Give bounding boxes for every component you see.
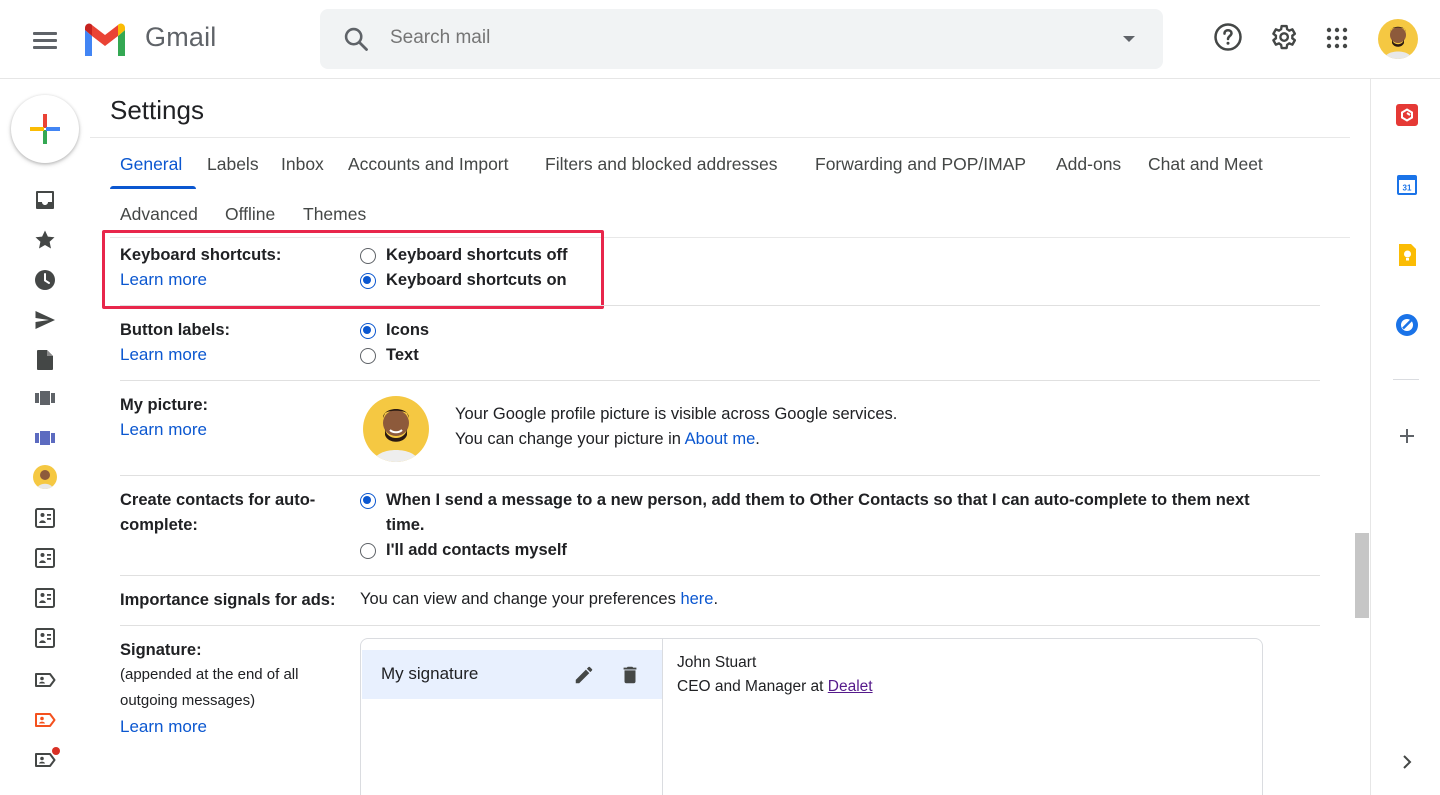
profile-picture[interactable] xyxy=(363,396,429,462)
photo-label-icon[interactable] xyxy=(33,546,57,570)
signature-subtext-line2: outgoing messages) xyxy=(120,692,256,709)
picture-visibility-text: Your Google profile picture is visible a… xyxy=(455,405,898,423)
button-labels-learn-more-link[interactable]: Learn more xyxy=(120,345,207,365)
top-header: Gmail xyxy=(0,0,1440,79)
compose-plus-icon xyxy=(30,114,60,144)
button-labels-icons-label[interactable]: Icons xyxy=(386,321,429,340)
tab-themes[interactable]: Themes xyxy=(303,204,366,225)
tasks-icon[interactable] xyxy=(1395,313,1419,337)
tab-inbox[interactable]: Inbox xyxy=(281,154,324,175)
divider xyxy=(90,137,1350,138)
keyboard-shortcuts-on-label[interactable]: Keyboard shortcuts on xyxy=(386,271,567,290)
tab-accounts-and-import[interactable]: Accounts and Import xyxy=(348,154,509,175)
delete-trash-icon[interactable] xyxy=(619,664,641,686)
about-me-link[interactable]: About me xyxy=(685,430,756,448)
my-picture-label: My picture: xyxy=(120,396,209,414)
keyboard-shortcuts-on-radio[interactable] xyxy=(360,273,376,289)
category-purple-icon[interactable] xyxy=(33,426,57,450)
signature-content-line2[interactable]: CEO and Manager at Dealet xyxy=(677,678,873,696)
divider xyxy=(120,575,1320,576)
signature-label: Signature: xyxy=(120,641,202,659)
compose-button[interactable] xyxy=(11,95,79,163)
divider xyxy=(662,639,663,795)
inbox-icon[interactable] xyxy=(33,188,57,212)
tab-filters-and-blocked-addresses[interactable]: Filters and blocked addresses xyxy=(545,154,777,175)
red-app-icon[interactable] xyxy=(1395,103,1419,127)
ads-preferences-text: You can view and change your preferences… xyxy=(360,590,719,608)
tab-advanced[interactable]: Advanced xyxy=(120,204,198,225)
search-input[interactable] xyxy=(390,27,1040,49)
keyboard-shortcuts-label: Keyboard shortcuts: xyxy=(120,246,282,264)
button-labels-icons-radio[interactable] xyxy=(360,323,376,339)
photo-label-icon[interactable] xyxy=(33,626,57,650)
keep-icon[interactable] xyxy=(1395,243,1419,267)
contacts-manual-radio[interactable] xyxy=(360,543,376,559)
apps-grid-icon[interactable] xyxy=(1325,26,1349,50)
photo-label-icon[interactable] xyxy=(33,506,57,530)
side-panel: 31 xyxy=(1370,79,1440,795)
search-icon[interactable] xyxy=(342,25,370,53)
keyboard-shortcuts-off-label[interactable]: Keyboard shortcuts off xyxy=(386,246,568,265)
tab-general[interactable]: General xyxy=(120,154,182,175)
divider xyxy=(120,625,1320,626)
button-labels-label: Button labels: xyxy=(120,321,230,339)
contacts-auto-label[interactable]: When I send a message to a new person, a… xyxy=(386,488,1286,538)
keyboard-shortcuts-learn-more-link[interactable]: Learn more xyxy=(120,270,207,290)
ads-preferences-here-link[interactable]: here xyxy=(680,590,713,608)
tab-add-ons[interactable]: Add-ons xyxy=(1056,154,1121,175)
create-contacts-label: Create contacts for auto-complete: xyxy=(120,491,316,534)
search-bar[interactable] xyxy=(320,9,1163,69)
ads-signals-label: Importance signals for ads: xyxy=(120,591,336,609)
category-icon[interactable] xyxy=(33,386,57,410)
dealet-link[interactable]: Dealet xyxy=(828,678,873,695)
main-menu-icon[interactable] xyxy=(30,25,60,55)
tab-chat-and-meet[interactable]: Chat and Meet xyxy=(1148,154,1263,175)
add-icon[interactable] xyxy=(1395,424,1419,448)
photo-label-icon[interactable] xyxy=(33,586,57,610)
signature-learn-more-link[interactable]: Learn more xyxy=(120,717,207,737)
my-picture-learn-more-link[interactable]: Learn more xyxy=(120,420,207,440)
button-labels-text-label[interactable]: Text xyxy=(386,346,419,365)
picture-change-text: You can change your picture in About me. xyxy=(455,430,760,448)
help-icon[interactable] xyxy=(1213,22,1243,52)
chevron-right-icon[interactable] xyxy=(1395,750,1419,774)
tag-orange-icon[interactable] xyxy=(33,708,57,732)
tab-offline[interactable]: Offline xyxy=(225,204,275,225)
draft-icon[interactable] xyxy=(33,348,57,372)
signature-list-item[interactable]: My signature xyxy=(362,650,662,699)
button-labels-text-radio[interactable] xyxy=(360,348,376,364)
divider xyxy=(120,475,1320,476)
page-title: Settings xyxy=(110,95,204,125)
search-options-icon[interactable] xyxy=(1123,36,1135,42)
signature-content-line1[interactable]: John Stuart xyxy=(677,654,756,672)
scrollbar-thumb[interactable] xyxy=(1355,533,1369,618)
divider xyxy=(120,380,1320,381)
signature-name: My signature xyxy=(381,664,479,683)
contacts-manual-label[interactable]: I'll add contacts myself xyxy=(386,541,567,560)
tab-labels[interactable]: Labels xyxy=(207,154,259,175)
gmail-logo[interactable] xyxy=(82,22,128,56)
svg-text:31: 31 xyxy=(1403,184,1412,193)
app-name: Gmail xyxy=(145,22,217,52)
calendar-icon[interactable]: 31 xyxy=(1395,173,1419,197)
divider xyxy=(110,237,1350,238)
contact-avatar[interactable] xyxy=(33,465,57,489)
tag-icon[interactable] xyxy=(33,668,57,692)
tag-notification-icon[interactable] xyxy=(33,746,61,774)
edit-pencil-icon[interactable] xyxy=(573,664,595,686)
signature-subtext-line1: (appended at the end of all xyxy=(120,666,299,683)
divider xyxy=(1393,379,1419,380)
contacts-auto-radio[interactable] xyxy=(360,493,376,509)
active-tab-indicator xyxy=(110,186,196,189)
keyboard-shortcuts-off-radio[interactable] xyxy=(360,248,376,264)
account-avatar[interactable] xyxy=(1378,19,1418,59)
tab-forwarding-and-pop-imap[interactable]: Forwarding and POP/IMAP xyxy=(815,154,1026,175)
send-icon[interactable] xyxy=(33,308,57,332)
settings-gear-icon[interactable] xyxy=(1268,22,1298,52)
clock-icon[interactable] xyxy=(33,268,57,292)
divider xyxy=(120,305,1320,306)
star-icon[interactable] xyxy=(33,228,57,252)
